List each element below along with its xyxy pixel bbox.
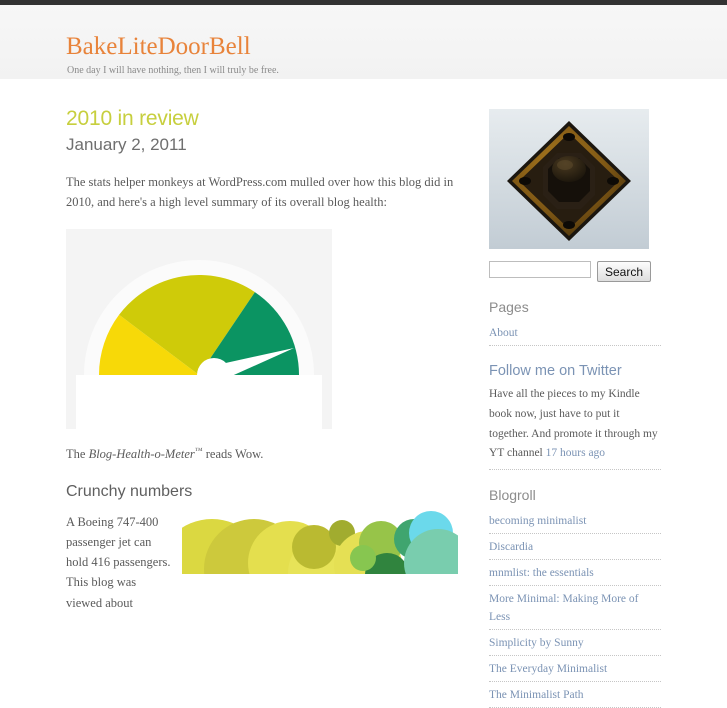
list-item[interactable]: The Minimalist Path	[489, 682, 661, 708]
list-item[interactable]: Simplicity by Sunny	[489, 630, 661, 657]
sidebar-heading-twitter[interactable]: Follow me on Twitter	[489, 363, 661, 379]
search-button[interactable]: Search	[597, 261, 652, 282]
crunchy-paragraph: A Boeing 747-400 passenger jet can hold …	[66, 514, 171, 610]
post-date: January 2, 2011	[66, 135, 187, 154]
crunchy-numbers-graphic	[182, 502, 458, 574]
sidebar: Search Pages About Follow me on Twitter …	[489, 109, 661, 708]
page-link-about[interactable]: About	[489, 327, 518, 339]
meter-suffix: reads Wow.	[202, 446, 264, 461]
sidebar-heading-blogroll: Blogroll	[489, 487, 536, 504]
meter-trademark: ™	[194, 445, 203, 455]
main-column: 2010 in review January 2, 2011 The stats…	[66, 107, 458, 610]
blogroll-link-5[interactable]: The Everyday Minimalist	[489, 663, 607, 675]
blog-health-gauge	[66, 228, 332, 429]
post-intro-paragraph: The stats helper monkeys at WordPress.co…	[66, 175, 454, 210]
sidebar-heading-pages: Pages	[489, 299, 529, 315]
post-title[interactable]: 2010 in review	[66, 107, 458, 131]
doorbell-photo-svg	[489, 109, 649, 249]
meter-name: Blog-Health-o-Meter	[88, 446, 195, 461]
blogroll-link-4[interactable]: Simplicity by Sunny	[489, 637, 584, 649]
list-item[interactable]: mnmlist: the essentials	[489, 560, 661, 587]
pages-list: About	[489, 320, 661, 346]
sidebar-photo-doorbell[interactable]	[489, 109, 649, 249]
list-item[interactable]: About	[489, 320, 661, 346]
blogroll-link-1[interactable]: Discardia	[489, 541, 533, 553]
twitter-widget: Have all the pieces to my Kindle book no…	[489, 384, 661, 471]
blogroll-list: becoming minimalist Discardia mnmlist: t…	[489, 508, 661, 708]
section-heading-crunchy-numbers: Crunchy numbers	[66, 482, 193, 500]
search-input[interactable]	[489, 261, 591, 278]
gauge-svg	[76, 259, 322, 429]
circles-svg	[182, 502, 458, 574]
blogroll-link-2[interactable]: mnmlist: the essentials	[489, 567, 594, 579]
meter-prefix: The	[66, 446, 89, 461]
list-item[interactable]: Discardia	[489, 534, 661, 561]
list-item[interactable]: becoming minimalist	[489, 508, 661, 535]
blogroll-link-6[interactable]: The Minimalist Path	[489, 689, 584, 701]
site-header: BakeLiteDoorBell One day I will have not…	[0, 5, 727, 79]
list-item[interactable]: The Everyday Minimalist	[489, 656, 661, 683]
site-tagline: One day I will have nothing, then I will…	[67, 65, 279, 76]
site-title[interactable]: BakeLiteDoorBell	[66, 33, 251, 61]
list-item[interactable]: More Minimal: Making More of Less	[489, 586, 661, 631]
search-form: Search	[489, 261, 661, 282]
blogroll-link-0[interactable]: becoming minimalist	[489, 515, 586, 527]
health-meter-caption: The Blog-Health-o-Meter™ reads Wow.	[66, 446, 458, 462]
crunchy-numbers-row: A Boeing 747-400 passenger jet can hold …	[66, 502, 458, 610]
twitter-timestamp-link[interactable]: 17 hours ago	[546, 447, 605, 459]
page-body: 2010 in review January 2, 2011 The stats…	[0, 79, 727, 708]
blogroll-link-3[interactable]: More Minimal: Making More of Less	[489, 593, 638, 623]
